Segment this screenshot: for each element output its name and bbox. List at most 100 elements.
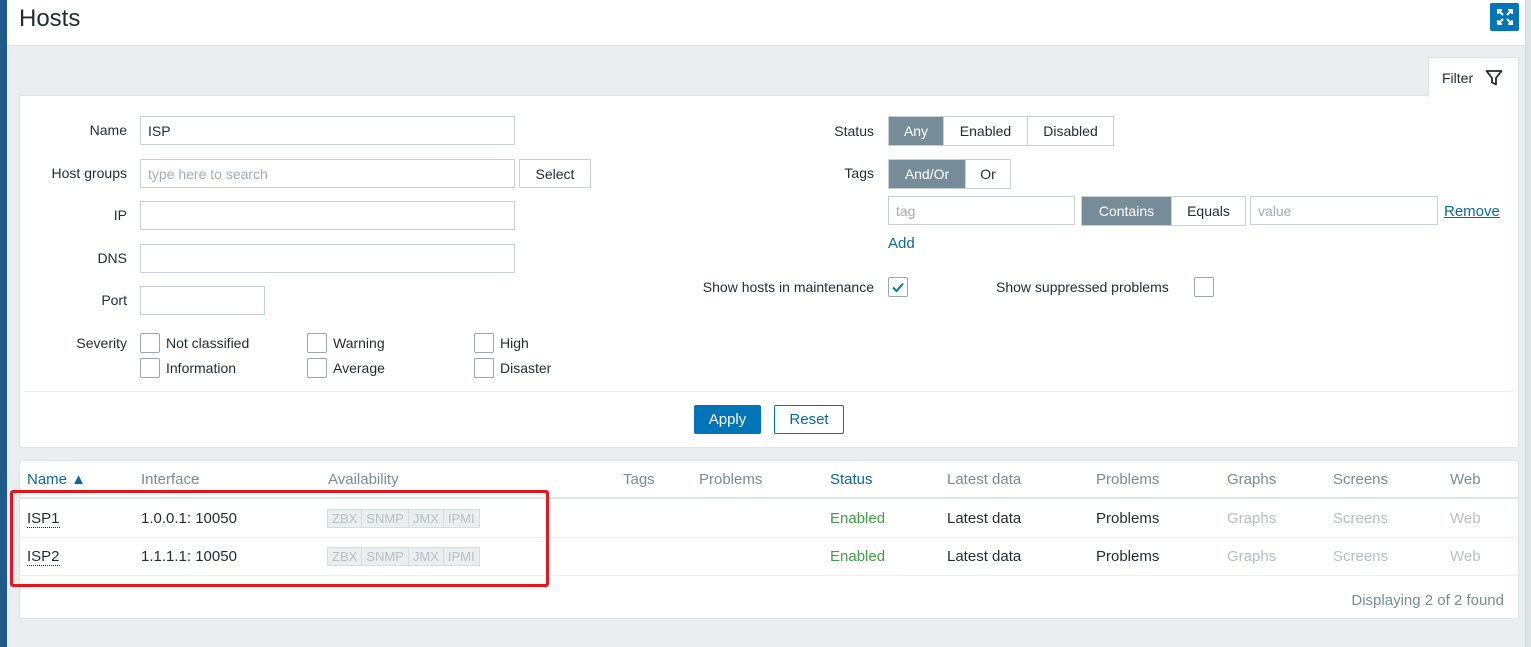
severity-high-checkbox[interactable] xyxy=(474,333,494,353)
tags-label: Tags xyxy=(844,165,874,181)
availability-badge: IPMI xyxy=(442,509,480,528)
column-header-status[interactable]: Status xyxy=(830,471,873,488)
severity-option-label: Information xyxy=(166,360,237,376)
show-maintenance-label: Show hosts in maintenance xyxy=(702,279,874,295)
ip-input[interactable] xyxy=(140,201,515,230)
tags-or-option[interactable]: Or xyxy=(965,160,1010,188)
host-interface: 1.1.1.1: 10050 xyxy=(141,548,237,565)
screens-link: Screens xyxy=(1333,548,1389,565)
status-disabled-option[interactable]: Disabled xyxy=(1027,117,1113,145)
tags-logic-control: And/Or Or xyxy=(888,159,1011,189)
funnel-icon xyxy=(1485,69,1503,85)
page-title: Hosts xyxy=(19,5,81,32)
show-suppressed-label: Show suppressed problems xyxy=(996,279,1169,295)
scrollbar[interactable] xyxy=(1525,0,1531,647)
tag-value-input[interactable] xyxy=(1250,196,1438,225)
fullscreen-button[interactable] xyxy=(1490,3,1519,31)
host-interface: 1.0.0.1: 10050 xyxy=(141,510,237,527)
host-name-link[interactable]: ISP1 xyxy=(27,510,60,528)
remove-tag-link[interactable]: Remove xyxy=(1444,203,1500,220)
availability-badges: ZBX SNMP JMX IPMI xyxy=(327,547,480,566)
availability-badge: JMX xyxy=(407,547,444,566)
column-header-tags: Tags xyxy=(623,471,655,488)
severity-option-label: Not classified xyxy=(166,335,250,351)
availability-badge: SNMP xyxy=(361,547,409,566)
severity-not-classified-checkbox[interactable] xyxy=(140,333,160,353)
severity-disaster-checkbox[interactable] xyxy=(474,358,494,378)
tag-operator-control: Contains Equals xyxy=(1081,196,1246,226)
table-footer-count: Displaying 2 of 2 found xyxy=(1351,592,1504,609)
table-header-divider xyxy=(20,497,1518,499)
column-header-latest-data: Latest data xyxy=(947,471,1022,488)
availability-badges: ZBX SNMP JMX IPMI xyxy=(327,509,480,528)
column-header-web: Web xyxy=(1450,471,1481,488)
ip-label: IP xyxy=(113,207,127,223)
table-row: ISP1 1.0.0.1: 10050 ZBX SNMP JMX IPMI En… xyxy=(20,500,1518,538)
filter-tab-label: Filter xyxy=(1442,69,1474,86)
hosts-table: Name ▲ Interface Availability Tags Probl… xyxy=(19,460,1519,619)
latest-data-link[interactable]: Latest data xyxy=(947,510,1021,527)
filter-panel: Name Host groups Select IP DNS Port Seve… xyxy=(19,95,1519,448)
column-header-problems: Problems xyxy=(699,471,763,488)
column-header-interface: Interface xyxy=(141,471,200,488)
dns-label: DNS xyxy=(97,250,127,266)
checkmark-icon xyxy=(892,282,904,293)
graphs-link: Graphs xyxy=(1227,510,1277,527)
tag-contains-option[interactable]: Contains xyxy=(1082,197,1171,225)
fullscreen-icon xyxy=(1496,9,1513,25)
apply-button[interactable]: Apply xyxy=(694,405,761,434)
host-groups-input[interactable] xyxy=(140,159,515,188)
severity-option-label: Disaster xyxy=(500,360,552,376)
column-header-screens: Screens xyxy=(1333,471,1389,488)
availability-badge: ZBX xyxy=(327,509,363,528)
column-header-graphs: Graphs xyxy=(1227,471,1277,488)
status-segmented-control: Any Enabled Disabled xyxy=(888,116,1114,146)
problems-link[interactable]: Problems xyxy=(1096,548,1159,565)
availability-badge: IPMI xyxy=(442,547,480,566)
availability-badge: ZBX xyxy=(327,547,363,566)
tag-equals-option[interactable]: Equals xyxy=(1171,197,1245,225)
problems-link[interactable]: Problems xyxy=(1096,510,1159,527)
web-link: Web xyxy=(1450,510,1481,527)
page-header: Hosts xyxy=(7,0,1525,46)
show-maintenance-checkbox[interactable] xyxy=(888,277,908,297)
severity-option-label: Warning xyxy=(333,335,385,351)
reset-button[interactable]: Reset xyxy=(774,405,844,434)
dns-input[interactable] xyxy=(140,244,515,273)
host-status-link[interactable]: Enabled xyxy=(830,548,885,565)
severity-information-checkbox[interactable] xyxy=(140,358,160,378)
severity-warning-checkbox[interactable] xyxy=(307,333,327,353)
add-tag-link[interactable]: Add xyxy=(888,235,915,252)
filter-divider xyxy=(24,391,1514,392)
filter-tab[interactable]: Filter xyxy=(1428,57,1519,97)
column-header-availability: Availability xyxy=(328,471,399,488)
show-suppressed-checkbox[interactable] xyxy=(1194,277,1214,297)
host-name-link[interactable]: ISP2 xyxy=(27,548,60,566)
web-link: Web xyxy=(1450,548,1481,565)
availability-badge: SNMP xyxy=(361,509,409,528)
host-groups-label: Host groups xyxy=(51,165,127,181)
latest-data-link[interactable]: Latest data xyxy=(947,548,1021,565)
status-enabled-option[interactable]: Enabled xyxy=(943,117,1027,145)
select-host-groups-button[interactable]: Select xyxy=(519,159,591,188)
screens-link: Screens xyxy=(1333,510,1389,527)
severity-option-label: High xyxy=(500,335,529,351)
tag-name-input[interactable] xyxy=(888,196,1075,225)
column-header-name[interactable]: Name ▲ xyxy=(27,471,86,488)
severity-label: Severity xyxy=(76,335,127,351)
port-label: Port xyxy=(101,292,127,308)
status-label: Status xyxy=(834,123,874,139)
status-any-option[interactable]: Any xyxy=(889,117,943,145)
host-status-link[interactable]: Enabled xyxy=(830,510,885,527)
table-row: ISP2 1.1.1.1: 10050 ZBX SNMP JMX IPMI En… xyxy=(20,538,1518,576)
graphs-link: Graphs xyxy=(1227,548,1277,565)
availability-badge: JMX xyxy=(407,509,444,528)
column-header-problems-link: Problems xyxy=(1096,471,1160,488)
name-input[interactable] xyxy=(140,116,515,145)
severity-option-label: Average xyxy=(333,360,385,376)
name-label: Name xyxy=(89,122,127,138)
tags-andor-option[interactable]: And/Or xyxy=(889,160,965,188)
severity-average-checkbox[interactable] xyxy=(307,358,327,378)
left-edge-strip xyxy=(0,0,7,647)
port-input[interactable] xyxy=(140,286,265,315)
